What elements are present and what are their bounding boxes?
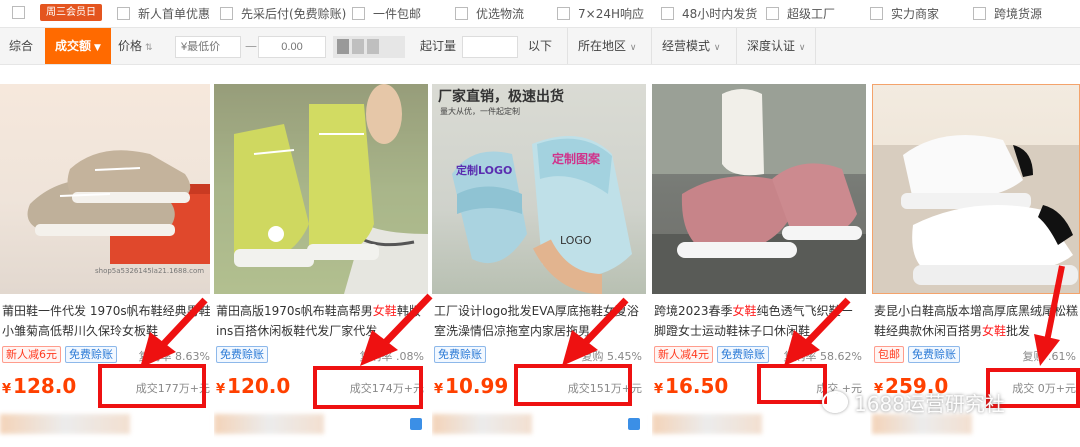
annotation-arrows bbox=[140, 265, 1065, 368]
wechat-icon bbox=[822, 391, 848, 413]
watermark: 1688运营研究社 bbox=[854, 392, 1005, 416]
